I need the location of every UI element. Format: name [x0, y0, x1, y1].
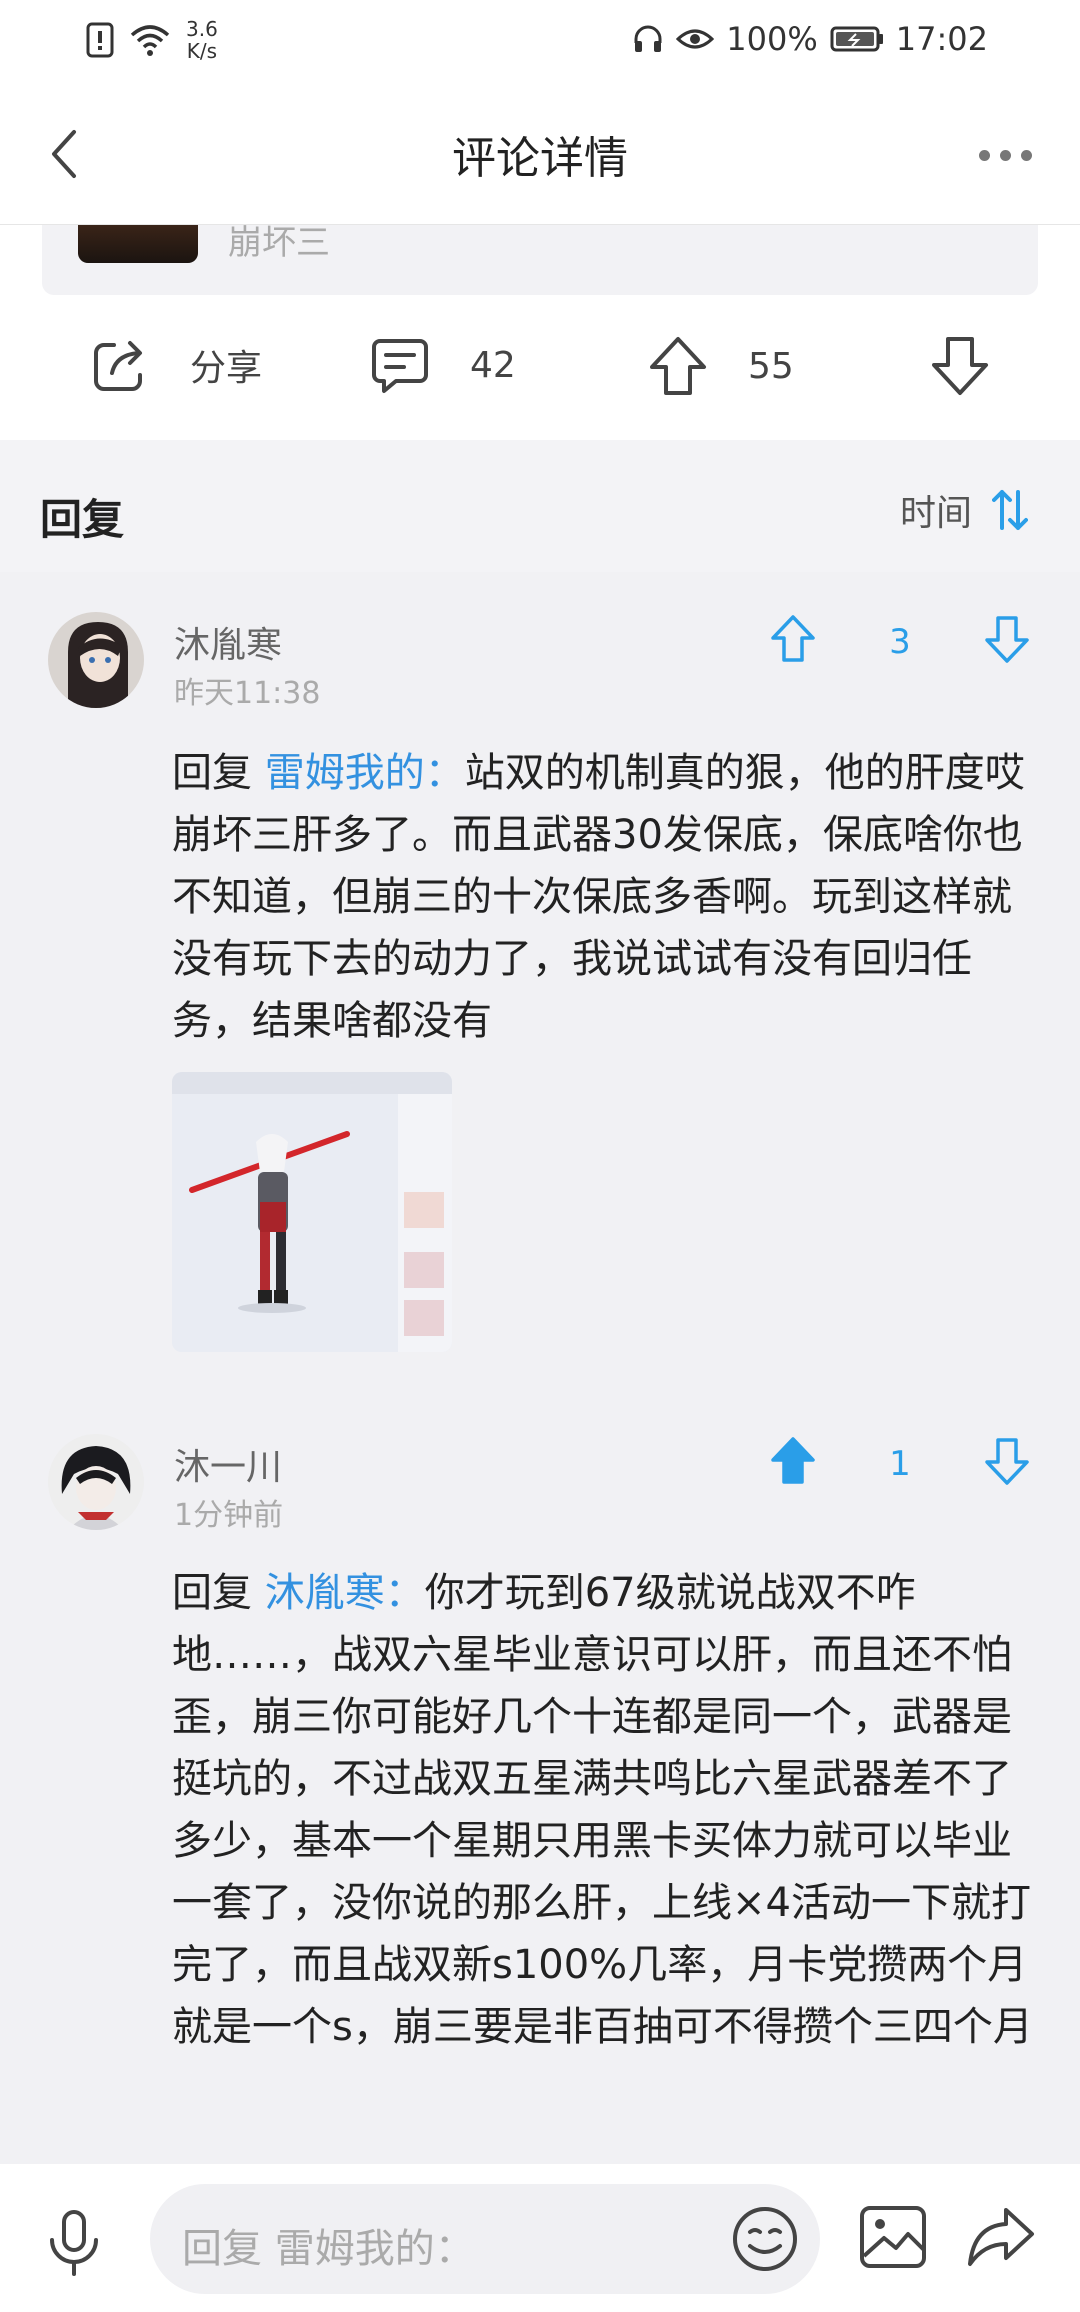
game-thumbnail — [78, 225, 198, 263]
upvote-icon — [650, 337, 706, 395]
comment-text: 回复 沐胤寒：你才玩到67级就说战双不咋地……，战双六星毕业意识可以肝，而且还不… — [172, 1562, 1036, 2058]
downvote-button[interactable] — [984, 1436, 1030, 1490]
share-label: 分享 — [190, 348, 263, 389]
headphones-icon — [634, 25, 662, 52]
network-speed-unit: K/s — [186, 39, 218, 63]
network-speed: 3.6 K/s — [186, 18, 218, 62]
comment-text: 回复 雷姆我的：站双的机制真的狠，他的肝度哎崩坏三肝多了。而且武器30发保底，保… — [172, 742, 1036, 1052]
status-right: 100% 17:02 — [632, 20, 988, 58]
more-dot-icon — [1000, 150, 1011, 161]
sort-icon — [992, 490, 1028, 530]
more-dot-icon — [1021, 150, 1032, 161]
game-link-card[interactable]: 崩坏三 — [42, 225, 1038, 295]
reply-input[interactable]: 回复 雷姆我的： — [150, 2184, 820, 2294]
more-dot-icon — [979, 150, 990, 161]
image-icon — [860, 2206, 926, 2268]
voice-input-button[interactable] — [44, 2208, 104, 2282]
avatar-image — [48, 1434, 144, 1530]
upvote-action[interactable]: 55 — [648, 335, 794, 397]
page-title: 评论详情 — [452, 133, 628, 184]
comment-time: 昨天11:38 — [174, 676, 321, 711]
clock: 17:02 — [895, 20, 988, 58]
avatar[interactable] — [48, 1434, 144, 1530]
replies-header: 回复 时间 — [0, 440, 1080, 572]
comment-count: 42 — [470, 344, 516, 386]
post-actions: 分享 42 55 — [0, 335, 1080, 435]
bottom-reply-bar: 回复 雷姆我的： — [0, 2164, 1080, 2312]
app-header: 评论详情 — [0, 80, 1080, 225]
share-icon — [94, 341, 142, 391]
downvote-icon — [932, 337, 988, 395]
game-screenshot-image — [172, 1072, 452, 1352]
network-speed-value: 3.6 — [186, 17, 218, 41]
status-bar: 3.6 K/s 100% 17:02 — [0, 0, 1080, 80]
eye-comfort-icon — [676, 29, 715, 49]
mention-link[interactable]: 雷姆我的： — [265, 750, 465, 796]
sim-alert-icon — [86, 22, 114, 58]
status-left: 3.6 K/s — [86, 18, 218, 62]
downvote-action[interactable] — [930, 335, 990, 397]
more-options-button[interactable] — [979, 150, 1032, 161]
post-card: 崩坏三 分享 42 55 — [0, 225, 1080, 440]
mention-link[interactable]: 沐胤寒： — [265, 1570, 425, 1616]
sort-label: 时间 — [899, 493, 972, 534]
comment-image[interactable] — [172, 1072, 452, 1352]
comment-body: 你才玩到67级就说战双不咋地……，战双六星毕业意识可以肝，而且还不怕歪，崩三你可… — [172, 1570, 1033, 2050]
vote-controls: 1 — [770, 1436, 1030, 1496]
battery-percent: 100% — [726, 20, 818, 58]
sort-by-time-button[interactable]: 时间 — [900, 484, 1028, 536]
reply-prefix: 回复 — [172, 750, 265, 796]
comment-item: 沐胤寒 昨天11:38 3 回复 雷姆我的：站双的机制真的狠，他的肝度哎崩坏三肝… — [0, 572, 1080, 1394]
reply-prefix: 回复 — [172, 1570, 265, 1616]
game-name: 崩坏三 — [228, 225, 330, 263]
upvote-count: 55 — [748, 345, 794, 387]
wifi-icon — [130, 25, 170, 56]
share-action[interactable]: 分享 — [90, 335, 262, 395]
battery-icon — [830, 26, 883, 52]
emoji-button[interactable] — [730, 2204, 800, 2278]
forward-button[interactable] — [966, 2204, 1036, 2274]
avatar-image — [48, 612, 144, 708]
avatar[interactable] — [48, 612, 144, 708]
forward-icon — [968, 2208, 1034, 2266]
vote-controls: 3 — [770, 614, 1030, 674]
comment-item: 沐一川 1分钟前 1 回复 沐胤寒：你才玩到67级就说战双不咋地……，战双六星毕… — [0, 1394, 1080, 2164]
comment-icon — [372, 339, 428, 393]
reply-input-placeholder: 回复 雷姆我的： — [182, 2226, 475, 2272]
username[interactable]: 沐一川 — [174, 1438, 282, 1490]
microphone-icon — [50, 2210, 98, 2276]
downvote-button[interactable] — [984, 614, 1030, 668]
replies-title: 回复 — [40, 495, 125, 544]
insert-image-button[interactable] — [858, 2204, 928, 2274]
emoji-icon — [733, 2207, 797, 2271]
downvote-icon — [985, 1438, 1029, 1485]
username[interactable]: 沐胤寒 — [174, 616, 282, 668]
downvote-icon — [985, 616, 1029, 663]
comment-time: 1分钟前 — [174, 1498, 284, 1533]
comment-action[interactable]: 42 — [370, 335, 516, 395]
